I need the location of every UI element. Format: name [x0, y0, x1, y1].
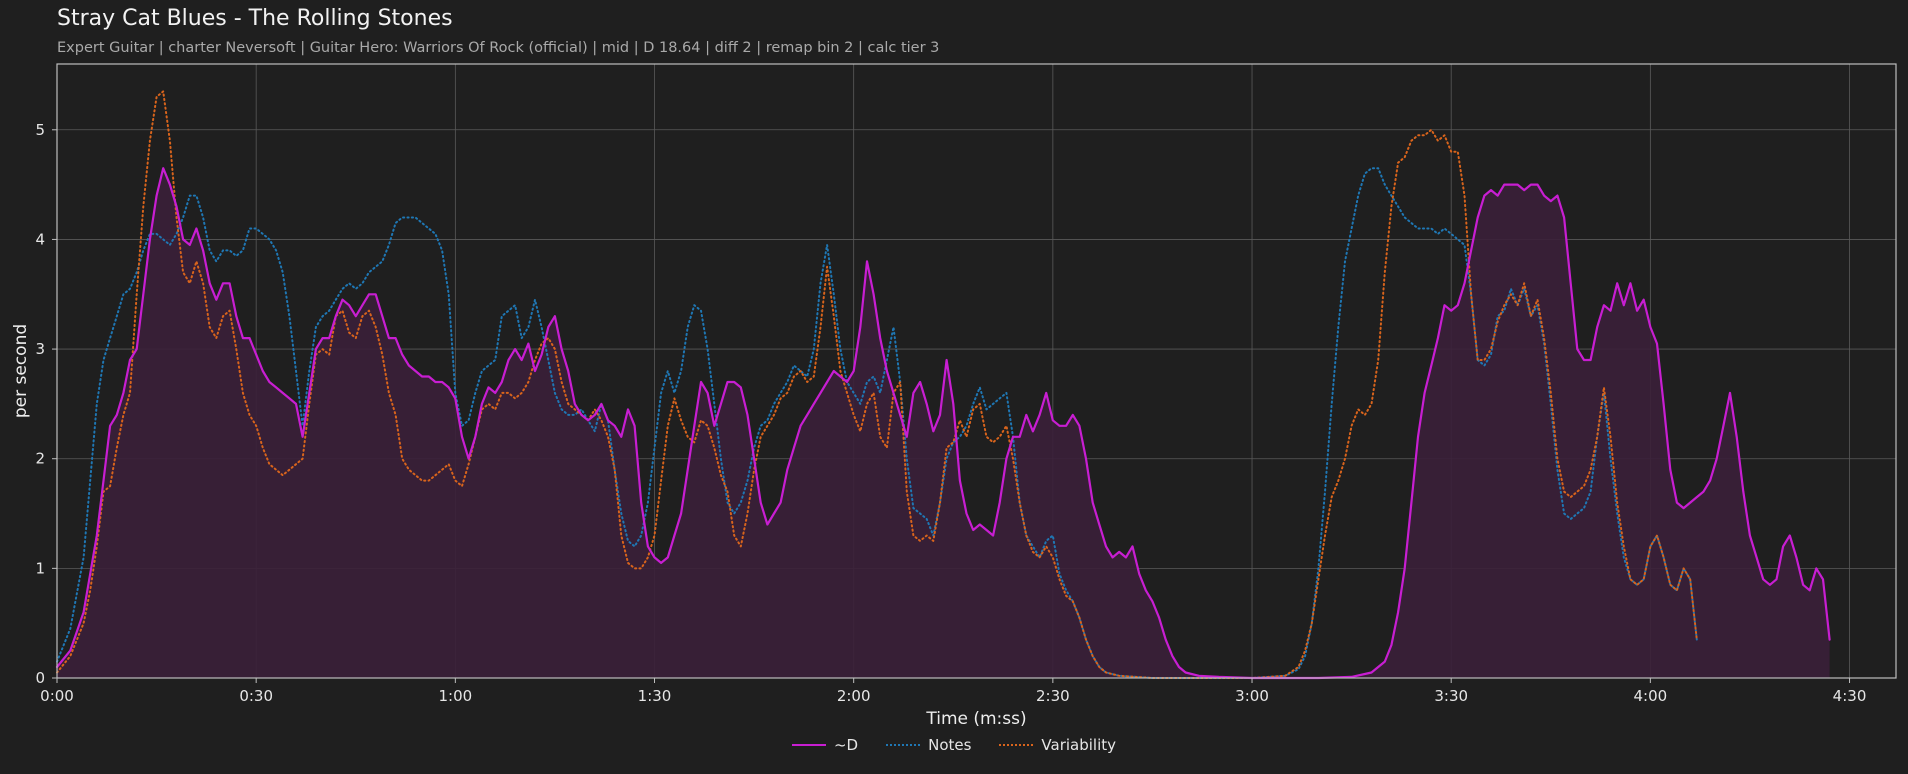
chart-canvas: 0:00 0:30 1:00 1:30 2:00 2:30 3:00 3:30 4:00 4:30…	[11, 63, 1897, 729]
y-axis-ticks: 0 1 2 3 4 5	[35, 121, 57, 687]
y-tick-label: 3	[35, 340, 45, 358]
x-tick-label: 4:00	[1634, 687, 1668, 705]
y-tick-label: 4	[35, 230, 45, 248]
legend-label-d: ~D	[833, 736, 859, 754]
legend: ~D Notes Variability	[0, 736, 1908, 754]
legend-item-notes: Notes	[886, 736, 971, 754]
d-area-fill	[57, 168, 1830, 678]
x-tick-label: 2:30	[1036, 687, 1070, 705]
x-tick-label: 1:30	[638, 687, 672, 705]
legend-label-notes: Notes	[928, 736, 972, 754]
legend-item-d: ~D	[791, 736, 859, 754]
legend-swatch-d	[791, 744, 826, 746]
legend-swatch-variability	[999, 744, 1034, 746]
x-tick-label: 0:00	[40, 687, 74, 705]
x-tick-label: 3:00	[1235, 687, 1269, 705]
x-tick-label: 3:30	[1434, 687, 1468, 705]
y-tick-label: 2	[35, 450, 45, 468]
y-tick-label: 1	[35, 559, 45, 577]
x-tick-label: 1:00	[438, 687, 472, 705]
x-axis-label: Time (m:ss)	[925, 709, 1026, 729]
x-tick-label: 0:30	[239, 687, 273, 705]
x-tick-label: 4:30	[1833, 687, 1867, 705]
y-axis-label: per second	[11, 324, 31, 418]
x-axis-ticks: 0:00 0:30 1:00 1:30 2:00 2:30 3:00 3:30 4:00 4:30	[40, 678, 1866, 705]
series-fill-d	[57, 168, 1830, 678]
y-tick-label: 0	[35, 669, 45, 687]
legend-label-variability: Variability	[1041, 736, 1117, 754]
legend-item-variability: Variability	[999, 736, 1116, 754]
y-tick-label: 5	[35, 121, 45, 139]
legend-swatch-notes	[886, 744, 921, 746]
x-tick-label: 2:00	[837, 687, 871, 705]
